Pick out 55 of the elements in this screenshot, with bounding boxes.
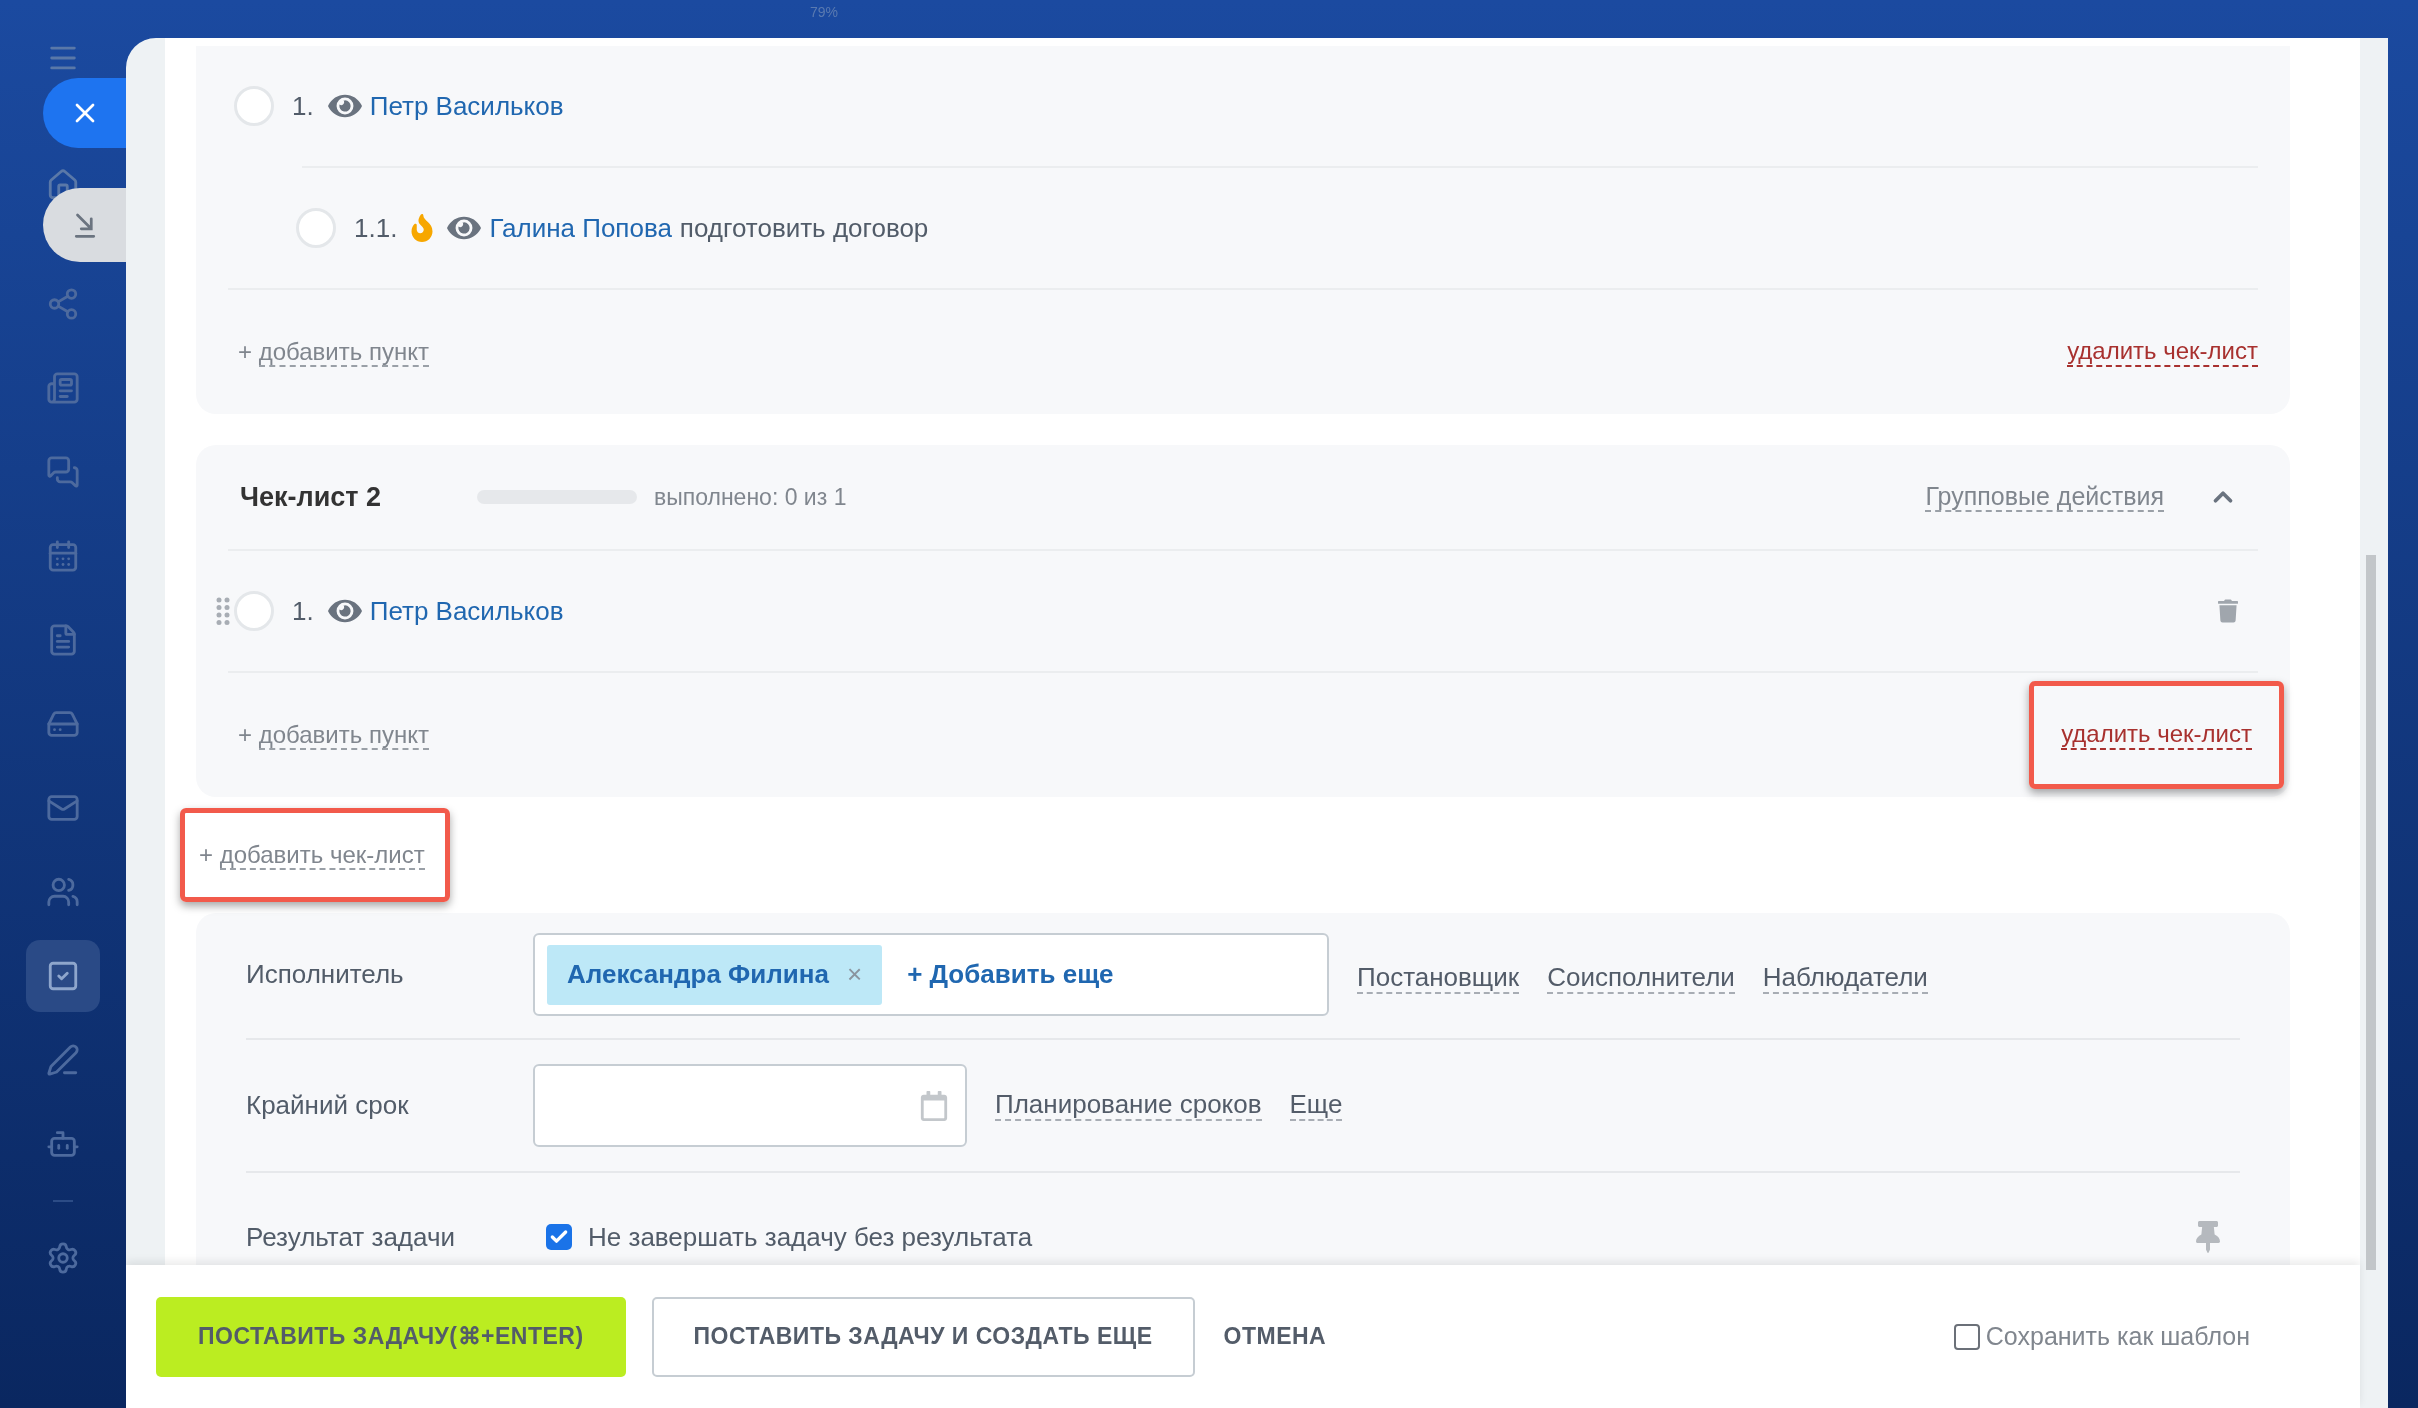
date-field[interactable] [533, 1064, 967, 1147]
contacts-icon [46, 875, 80, 909]
item-text: подготовить договор [679, 211, 929, 245]
zoom-label: 79% [810, 4, 839, 20]
nav-item[interactable] [26, 940, 100, 1012]
calendar-icon [46, 539, 80, 573]
field-label: Крайний срок [246, 1089, 410, 1122]
field-label: Исполнитель [246, 958, 405, 991]
add-item-button[interactable]: + добавить пункт [238, 717, 429, 753]
add-checklist-button[interactable]: + добавить чек-лист [199, 837, 425, 873]
chip-name: Александра Филина [567, 958, 829, 991]
group-actions-link[interactable]: Групповые действия [1925, 481, 2164, 513]
item-checkbox[interactable] [296, 208, 336, 248]
delete-checklist-link[interactable]: удалить чек-лист [2067, 337, 2258, 367]
item-checkbox[interactable] [234, 86, 274, 126]
add-more-button[interactable]: + Добавить еще [907, 955, 1114, 994]
progress-text: выполнено: 0 из 1 [654, 482, 847, 512]
cancel-button[interactable]: ОТМЕНА [1222, 1296, 1328, 1377]
submit-button[interactable]: ПОСТАВИТЬ ЗАДАЧУ(⌘+ENTER) [156, 1296, 626, 1377]
pin-icon[interactable] [2196, 1221, 2220, 1253]
collapse-button[interactable] [43, 188, 126, 262]
trash-icon[interactable] [2218, 598, 2238, 624]
person-link[interactable]: Петр Васильков [369, 591, 564, 631]
person-link[interactable]: Галина Попова [489, 208, 672, 248]
item-number: 1. [292, 594, 314, 628]
checklist-title: Чек-лист 2 [240, 480, 381, 514]
item-checkbox[interactable] [234, 591, 274, 631]
pen-icon [46, 1043, 80, 1077]
checkbox[interactable] [546, 1224, 572, 1250]
option-link[interactable]: Планирование сроков [995, 1089, 1262, 1122]
submit-and-create-button[interactable]: ПОСТАВИТЬ ЗАДАЧУ И СОЗДАТЬ ЕЩЕ [651, 1296, 1195, 1377]
drag-handle-icon[interactable] [216, 597, 230, 625]
template-label: Сохранить как шаблон [1985, 1320, 2250, 1352]
calendar-icon[interactable] [919, 1090, 949, 1121]
option-link[interactable]: Еще [1289, 1089, 1343, 1122]
option-link[interactable]: Соисполнители [1547, 962, 1735, 995]
settings-icon [46, 1241, 80, 1275]
add-item-button[interactable]: + добавить пункт [238, 334, 429, 370]
option-link[interactable]: Постановщик [1357, 962, 1520, 995]
person-link[interactable]: Петр Васильков [369, 86, 564, 126]
checkbox-label: Не завершать задачу без результата [588, 1220, 1033, 1254]
chat-icon [46, 455, 80, 489]
template-checkbox[interactable] [1953, 1323, 1980, 1350]
delete-checklist-link[interactable]: удалить чек-лист [2061, 720, 2252, 750]
field-label: Результат задачи [246, 1220, 456, 1254]
option-link[interactable]: Наблюдатели [1762, 962, 1928, 995]
item-number: 1.1. [354, 211, 398, 245]
people-field[interactable]: Александра Филина × + Добавить еще [533, 933, 1329, 1016]
close-button[interactable] [43, 78, 126, 148]
news-icon [46, 371, 80, 405]
scrollbar-thumb[interactable] [2366, 555, 2376, 1270]
item-number: 1. [292, 89, 314, 123]
share-icon [46, 287, 80, 321]
person-chip[interactable]: Александра Филина × [547, 944, 883, 1005]
task-icon [46, 959, 80, 993]
